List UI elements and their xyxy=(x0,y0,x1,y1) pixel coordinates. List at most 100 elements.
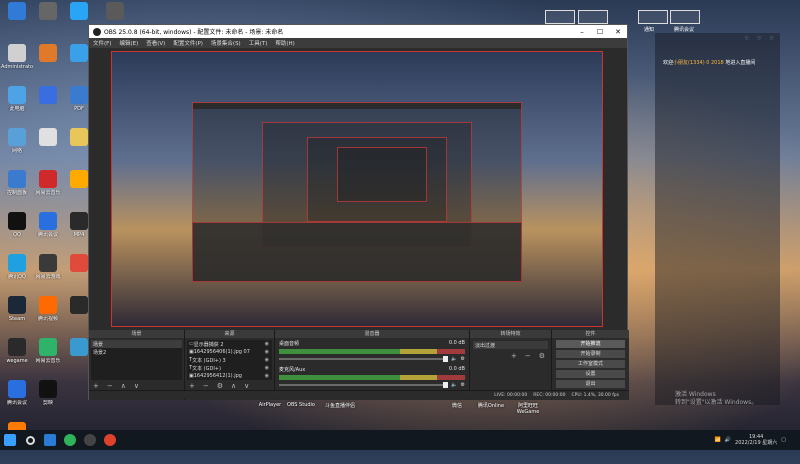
desktop-label-douyu[interactable]: 斗鱼直播伴侣 xyxy=(318,402,362,409)
move-up-icon[interactable]: ∧ xyxy=(121,382,126,390)
heart-icon[interactable]: ♡ xyxy=(770,36,774,42)
obs-titlebar[interactable]: OBS 25.0.8 (64-bit, windows) - 配置文件: 未命名… xyxy=(89,25,627,38)
app-icon xyxy=(70,296,88,314)
start-streaming-button[interactable]: 开始推流 xyxy=(556,340,625,348)
search-icon[interactable] xyxy=(20,430,40,450)
add-scene-icon[interactable]: + xyxy=(93,382,99,390)
desktop-shortcut[interactable]: 腾讯QQ xyxy=(2,254,32,291)
minimize-icon[interactable]: – xyxy=(573,28,591,36)
scenes-list[interactable]: 场景 场景2 xyxy=(91,340,182,380)
desktop-shortcut[interactable]: Steam xyxy=(2,296,32,333)
menu-view[interactable]: 查看(V) xyxy=(146,39,165,47)
menu-profile[interactable]: 配置文件(P) xyxy=(173,39,203,47)
desktop-shortcut[interactable]: 网易云游戏 xyxy=(33,254,63,291)
speaker-icon[interactable]: 🔈 xyxy=(451,356,457,362)
source-item[interactable]: ▣ 1642956406(1).jpg 07 ◉ xyxy=(187,348,272,356)
desktop-label-airplayer[interactable]: AirPlayer xyxy=(258,402,282,408)
speaker-icon[interactable]: 🔈 xyxy=(451,382,457,388)
taskbar-clock[interactable]: 19:44 2022/2/19 星期六 xyxy=(735,434,777,446)
desktop-shortcut[interactable]: Administrator xyxy=(1,44,33,81)
fader-knob[interactable] xyxy=(443,382,449,388)
transition-select[interactable]: 淡出过渡 xyxy=(473,341,548,349)
menu-scene-collection[interactable]: 场景集合(S) xyxy=(211,39,241,47)
move-down-icon[interactable]: ∨ xyxy=(244,382,249,390)
desktop-shortcut[interactable]: QQ xyxy=(2,212,32,249)
eye-icon[interactable]: ◉ xyxy=(265,365,269,371)
windows-start-icon[interactable] xyxy=(0,430,20,450)
eye-icon[interactable]: ◉ xyxy=(265,373,269,379)
move-down-icon[interactable]: ∨ xyxy=(134,382,139,390)
remove-scene-icon[interactable]: − xyxy=(107,382,113,390)
browser-icon[interactable] xyxy=(100,430,120,450)
source-item[interactable]: ▣ 1642956412(1).jpg ◉ xyxy=(187,372,272,380)
studio-mode-button[interactable]: 工作室模式 xyxy=(556,360,625,368)
move-up-icon[interactable]: ∧ xyxy=(231,382,236,390)
menu-help[interactable]: 帮助(H) xyxy=(275,39,294,47)
source-settings-icon[interactable]: ⚙ xyxy=(217,382,223,390)
gear-icon[interactable]: ⚙ xyxy=(461,382,465,388)
desktop-shortcut[interactable] xyxy=(33,86,63,123)
remove-source-icon[interactable]: − xyxy=(203,382,209,390)
heart-icon[interactable]: ♡ xyxy=(757,36,761,42)
desktop-shortcut[interactable]: wegame xyxy=(2,338,32,375)
close-icon[interactable]: ✕ xyxy=(609,28,627,36)
menu-edit[interactable]: 编辑(E) xyxy=(119,39,138,47)
desktop-shortcut[interactable]: 剪映 xyxy=(33,380,63,417)
settings-button[interactable]: 设置 xyxy=(556,370,625,378)
desktop-shortcut[interactable]: 腾讯会议 xyxy=(2,380,32,417)
desktop-widget-4[interactable] xyxy=(670,10,700,24)
volume-fader[interactable] xyxy=(279,382,449,388)
source-item[interactable]: ▭ 显示器捕获 2 ◉ xyxy=(187,340,272,348)
desktop-shortcut[interactable] xyxy=(2,2,32,39)
volume-fader[interactable] xyxy=(279,356,449,362)
maximize-icon[interactable]: ☐ xyxy=(591,28,609,36)
scene-item[interactable]: 场景 xyxy=(91,340,182,348)
source-item[interactable]: T 文本 (GDI+) ◉ xyxy=(187,364,272,372)
transition-settings-icon[interactable]: ⚙ xyxy=(539,352,545,360)
network-icon[interactable]: 📶 xyxy=(715,437,721,443)
fader-knob[interactable] xyxy=(443,356,449,362)
volume-icon[interactable]: 🔊 xyxy=(725,437,731,443)
eye-icon[interactable]: ◉ xyxy=(265,349,269,355)
eye-icon[interactable]: ◉ xyxy=(265,341,269,347)
menu-tools[interactable]: 工具(T) xyxy=(249,39,268,47)
exit-button[interactable]: 退出 xyxy=(556,380,625,388)
live-chat-panel[interactable]: ♡ ♡ ♡ 欢迎小朋友(1334) 0 2018 地进入直播间 激活 Windo… xyxy=(655,33,780,406)
notification-icon[interactable]: ▢ xyxy=(781,437,786,443)
menu-file[interactable]: 文件(F) xyxy=(93,39,111,47)
add-source-icon[interactable]: + xyxy=(189,382,195,390)
desktop-widget-3[interactable] xyxy=(638,10,668,24)
gear-icon[interactable]: ⚙ xyxy=(461,356,465,362)
eye-icon[interactable]: ◉ xyxy=(265,357,269,363)
wechat-icon[interactable] xyxy=(60,430,80,450)
desktop-label-wechat[interactable]: 微信 xyxy=(450,402,464,409)
desktop-widget-2[interactable] xyxy=(578,10,608,24)
desktop-shortcut-label: 腾讯视频 xyxy=(37,316,58,322)
desktop-shortcut[interactable]: 控制面板 xyxy=(2,170,32,207)
sources-list[interactable]: ▭ 显示器捕获 2 ◉ ▣ 1642956406(1).jpg 07 ◉ T 文本 … xyxy=(187,340,272,380)
desktop-shortcut[interactable]: 腾讯会议 xyxy=(33,212,63,249)
desktop-shortcut[interactable]: 网易云音乐 xyxy=(33,170,63,207)
source-item[interactable]: T 文本 (GDI+) 3 ◉ xyxy=(187,356,272,364)
desktop-label-obs[interactable]: OBS Studio xyxy=(286,402,316,408)
desktop-shortcut[interactable]: 网络 xyxy=(2,128,32,165)
obs-window[interactable]: OBS 25.0.8 (64-bit, windows) - 配置文件: 未命名… xyxy=(88,24,629,400)
obs-icon[interactable] xyxy=(80,430,100,450)
file-explorer-icon[interactable] xyxy=(40,430,60,450)
desktop-shortcut[interactable]: 此电脑 xyxy=(2,86,32,123)
heart-icon[interactable]: ♡ xyxy=(745,36,749,42)
remove-transition-icon[interactable]: − xyxy=(525,352,531,360)
desktop-widget-1[interactable] xyxy=(545,10,575,24)
desktop-shortcut[interactable] xyxy=(33,128,63,165)
desktop-shortcut[interactable] xyxy=(33,2,63,39)
add-transition-icon[interactable]: + xyxy=(511,352,517,360)
scene-item[interactable]: 场景2 xyxy=(91,348,182,356)
desktop-shortcut[interactable]: 腾讯视频 xyxy=(33,296,63,333)
desktop-label-wegame[interactable]: 阿里旺旺 WeGame xyxy=(510,402,546,415)
desktop-shortcut[interactable] xyxy=(33,44,63,81)
desktop-shortcut[interactable]: 网易云音乐 xyxy=(33,338,63,375)
app-icon xyxy=(8,128,26,146)
desktop-label-online[interactable]: 腾讯Online xyxy=(474,402,508,409)
obs-preview-canvas[interactable] xyxy=(111,51,603,327)
start-recording-button[interactable]: 开始录制 xyxy=(556,350,625,358)
